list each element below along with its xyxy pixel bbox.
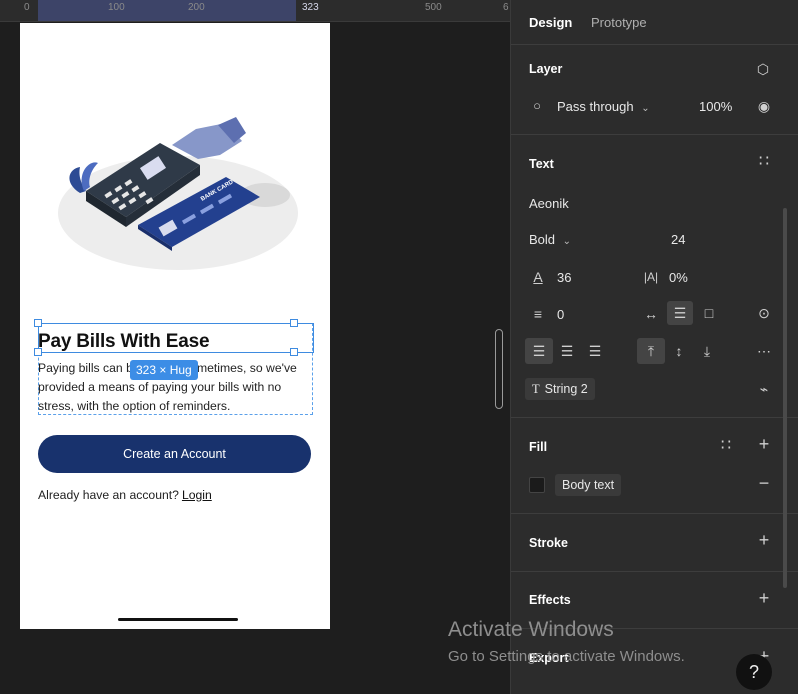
ruler-tick: 0 — [24, 2, 30, 13]
login-prompt: Already have an account? Login — [38, 488, 212, 502]
eye-icon[interactable]: ◉ — [754, 98, 774, 114]
align-left-icon[interactable]: ☰ — [529, 343, 549, 359]
tab-design[interactable]: Design — [529, 15, 572, 30]
effects-section-title: Effects — [529, 593, 571, 607]
string-variable-label: String 2 — [544, 382, 588, 396]
create-account-button[interactable]: Create an Account — [38, 435, 311, 473]
layer-section-title: Layer — [529, 62, 563, 76]
help-button[interactable]: ? — [736, 654, 772, 690]
align-center-icon[interactable]: ☰ — [557, 343, 577, 359]
ruler-tick: 100 — [108, 2, 125, 13]
mobile-frame[interactable]: BANK CARD Pay Bills With Ease Paying bil… — [20, 23, 330, 629]
paragraph-spacing-input[interactable]: 0 — [557, 307, 564, 322]
detach-variable-icon[interactable]: ⌁ — [754, 381, 774, 397]
component-icon[interactable]: ⬡ — [753, 61, 773, 77]
fill-section-title: Fill — [529, 440, 548, 454]
more-options-icon[interactable]: ⋯ — [753, 343, 775, 359]
top-ruler: 0 100 200 323 500 6 — [0, 0, 510, 22]
auto-width-icon[interactable]: ↔ — [641, 306, 661, 322]
text-section-title: Text — [529, 157, 554, 171]
font-family-select[interactable]: Aeonik — [529, 196, 569, 211]
divider — [511, 571, 798, 572]
remove-fill-icon[interactable]: − — [754, 474, 774, 492]
stroke-section-title: Stroke — [529, 536, 568, 550]
line-height-icon: A — [533, 269, 543, 285]
tab-prototype[interactable]: Prototype — [591, 15, 647, 30]
properties-panel: Design Prototype Layer ⬡ ○ Pass through … — [510, 0, 798, 694]
login-prompt-text: Already have an account? — [38, 488, 179, 502]
line-height-input[interactable]: 36 — [557, 270, 571, 285]
align-bottom-icon[interactable]: ⤓ — [697, 343, 717, 359]
figma-editor: 0 100 200 323 500 6 BANK CARD Pay Bills … — [0, 0, 798, 694]
font-weight-select[interactable]: Bold ⌄ — [529, 232, 571, 247]
dimension-badge: 323 × Hug — [130, 360, 198, 380]
fixed-size-icon[interactable]: □ — [699, 305, 719, 321]
align-middle-icon[interactable]: ↕ — [669, 343, 689, 359]
text-variable-icon: T — [532, 382, 540, 396]
home-indicator — [118, 618, 238, 621]
text-styles-grid-icon[interactable]: ∷ — [755, 154, 773, 170]
panel-scrollbar[interactable] — [783, 208, 787, 588]
blend-drop-icon: ○ — [533, 98, 541, 113]
ruler-tick: 200 — [188, 2, 205, 13]
login-link[interactable]: Login — [182, 488, 212, 502]
canvas-scrollbar[interactable] — [495, 329, 503, 409]
font-weight-value: Bold — [529, 232, 556, 247]
blend-mode-select[interactable]: Pass through ⌄ — [557, 99, 650, 114]
divider — [511, 44, 798, 45]
string-variable-chip[interactable]: T String 2 — [525, 378, 595, 400]
blend-mode-value: Pass through — [557, 99, 634, 114]
chevron-down-icon: ⌄ — [641, 103, 650, 114]
fill-styles-grid-icon[interactable]: ∷ — [717, 438, 735, 454]
design-canvas[interactable]: BANK CARD Pay Bills With Ease Paying bil… — [0, 23, 510, 694]
paragraph-spacing-icon: ≡ — [533, 306, 543, 322]
add-effect-icon[interactable]: + — [754, 589, 774, 607]
heading-text[interactable]: Pay Bills With Ease — [38, 331, 210, 353]
activate-windows-subtitle: Go to Settings to activate Windows. — [448, 648, 685, 665]
auto-height-icon[interactable]: ☰ — [670, 305, 690, 321]
letter-spacing-icon: |A| — [643, 270, 659, 284]
resize-handle-tl[interactable] — [34, 319, 42, 327]
ruler-selection-range — [38, 0, 296, 21]
add-fill-icon[interactable]: + — [754, 435, 774, 453]
align-top-icon[interactable]: ⤒ — [641, 343, 661, 359]
activate-windows-title: Activate Windows — [448, 618, 614, 641]
font-size-input[interactable]: 24 — [671, 232, 685, 247]
fill-style-chip[interactable]: Body text — [555, 474, 622, 496]
resize-handle-tr[interactable] — [290, 319, 298, 327]
fill-color-swatch[interactable] — [529, 477, 545, 493]
letter-spacing-input[interactable]: 0% — [669, 270, 688, 285]
ruler-tick: 500 — [425, 2, 442, 13]
align-right-icon[interactable]: ☰ — [585, 343, 605, 359]
ruler-tick: 323 — [302, 2, 319, 13]
ruler-tick: 6 — [503, 2, 509, 13]
bank-card-illustration: BANK CARD — [58, 117, 298, 270]
chevron-down-icon: ⌄ — [562, 236, 572, 247]
divider — [511, 513, 798, 514]
resize-handle-br[interactable] — [290, 348, 298, 356]
layer-opacity[interactable]: 100% — [699, 99, 732, 114]
type-settings-icon[interactable]: ⊙ — [754, 305, 774, 321]
add-stroke-icon[interactable]: + — [754, 531, 774, 549]
divider — [511, 417, 798, 418]
divider — [511, 134, 798, 135]
